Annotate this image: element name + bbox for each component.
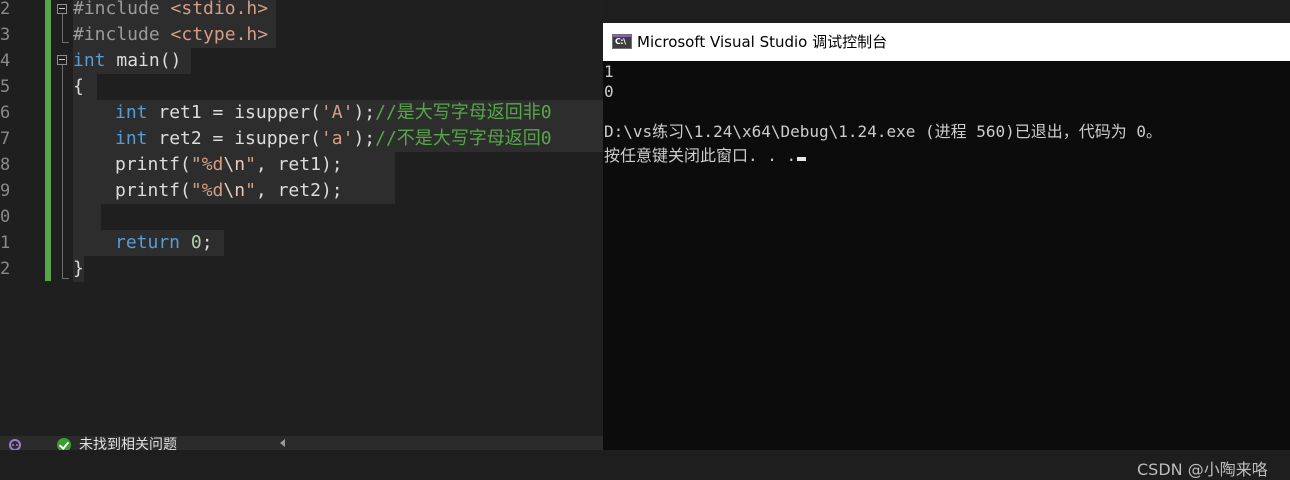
preprocessor-directive: #include <box>73 24 160 45</box>
function-name: isupper <box>234 102 311 123</box>
output-line: 1 <box>604 62 614 81</box>
code-text: ret1 = <box>147 102 235 123</box>
code-line[interactable]: int ret2 = isupper('a');//不是大写字母返回0 <box>73 126 603 152</box>
code-text: main() <box>105 50 182 71</box>
code-editor[interactable]: 2 3 4 5 6 7 8 9 0 1 2 #include <stdio.h>… <box>0 0 603 436</box>
open-brace: { <box>73 76 84 97</box>
string-literal: "%d <box>190 180 224 201</box>
code-line[interactable]: return 0; <box>73 230 224 256</box>
paren: ); <box>353 128 376 149</box>
include-header: <ctype.h> <box>170 24 269 45</box>
console-app-icon: C:\ <box>612 34 632 49</box>
code-line[interactable]: int main() <box>73 48 191 74</box>
escape-sequence: \n <box>223 154 246 175</box>
code-line[interactable]: { <box>73 74 97 100</box>
escape-sequence: \n <box>223 180 246 201</box>
debug-console-window: C:\ Microsoft Visual Studio 调试控制台 1 0 D:… <box>603 23 1290 479</box>
console-output[interactable]: 1 0 D:\vs练习\1.24\x64\Debug\1.24.exe (进程 … <box>603 61 1290 479</box>
output-line: 0 <box>604 82 614 101</box>
check-circle-icon <box>57 438 71 450</box>
line-number: 2 <box>0 259 11 279</box>
code-line[interactable]: #include <stdio.h> <box>73 0 276 22</box>
paren: ( <box>180 154 191 175</box>
string-literal: " <box>245 154 256 175</box>
function-name: isupper <box>234 128 311 149</box>
line-number: 3 <box>0 25 11 45</box>
char-literal: 'A' <box>320 102 354 123</box>
code-line[interactable]: printf("%d\n", ret2); <box>73 178 395 204</box>
keyword: return <box>115 232 181 253</box>
fold-guide-line <box>62 65 63 278</box>
function-name: printf <box>115 154 181 175</box>
issues-status-text[interactable]: 未找到相关问题 <box>79 436 177 450</box>
string-literal: "%d <box>190 154 224 175</box>
code-line[interactable]: #include <ctype.h> <box>73 22 276 48</box>
number-literal: 0 <box>190 232 202 253</box>
status-bar: 未找到相关问题 <box>0 436 603 450</box>
output-line: D:\vs练习\1.24\x64\Debug\1.24.exe (进程 560)… <box>604 122 1163 141</box>
close-brace: } <box>73 258 84 279</box>
fold-guide-line <box>62 14 63 42</box>
line-number: 0 <box>0 207 11 227</box>
line-number: 2 <box>0 0 11 19</box>
fold-guide-end <box>62 278 69 279</box>
console-titlebar[interactable]: C:\ Microsoft Visual Studio 调试控制台 <box>603 23 1290 61</box>
line-number: 6 <box>0 103 11 123</box>
code-text: ret2 = <box>147 128 235 149</box>
scroll-left-icon[interactable] <box>280 439 285 447</box>
line-number: 8 <box>0 155 11 175</box>
paren: ( <box>310 102 321 123</box>
line-number: 9 <box>0 181 11 201</box>
preprocessor-directive: #include <box>73 0 160 19</box>
function-name: printf <box>115 180 181 201</box>
line-number: 4 <box>0 51 11 71</box>
paren: ); <box>353 102 376 123</box>
fold-guide-end <box>62 42 69 43</box>
code-text: , ret1); <box>255 154 343 175</box>
code-comment: //是大写字母返回非0 <box>375 102 552 123</box>
press-key-prompt: 按任意键关闭此窗口. . . <box>604 146 797 165</box>
string-literal: " <box>245 180 256 201</box>
text-cursor <box>797 157 807 161</box>
keyword: int <box>73 50 106 71</box>
keyword: int <box>115 128 148 149</box>
line-number: 1 <box>0 233 11 253</box>
code-text: , ret2); <box>255 180 343 201</box>
window-title: Microsoft Visual Studio 调试控制台 <box>637 33 888 51</box>
code-line[interactable] <box>73 204 101 230</box>
include-header: <stdio.h> <box>170 0 269 19</box>
code-line[interactable]: } <box>73 256 84 282</box>
code-comment: //不是大写字母返回0 <box>375 128 552 149</box>
copilot-icon[interactable] <box>8 436 22 450</box>
line-number: 5 <box>0 77 11 97</box>
paren: ( <box>180 180 191 201</box>
collapse-icon[interactable] <box>57 4 67 14</box>
output-line-prompt: 按任意键关闭此窗口. . . <box>604 146 807 166</box>
watermark: CSDN @小陶来咯 <box>1137 460 1268 479</box>
code-line[interactable]: int ret1 = isupper('A');//是大写字母返回非0 <box>73 100 603 126</box>
keyword: int <box>115 102 148 123</box>
code-line[interactable]: printf("%d\n", ret1); <box>73 152 395 178</box>
change-indicator-bar <box>45 0 51 281</box>
line-number: 7 <box>0 129 11 149</box>
char-literal: 'a' <box>320 128 354 149</box>
collapse-icon[interactable] <box>57 55 67 65</box>
paren: ( <box>310 128 321 149</box>
